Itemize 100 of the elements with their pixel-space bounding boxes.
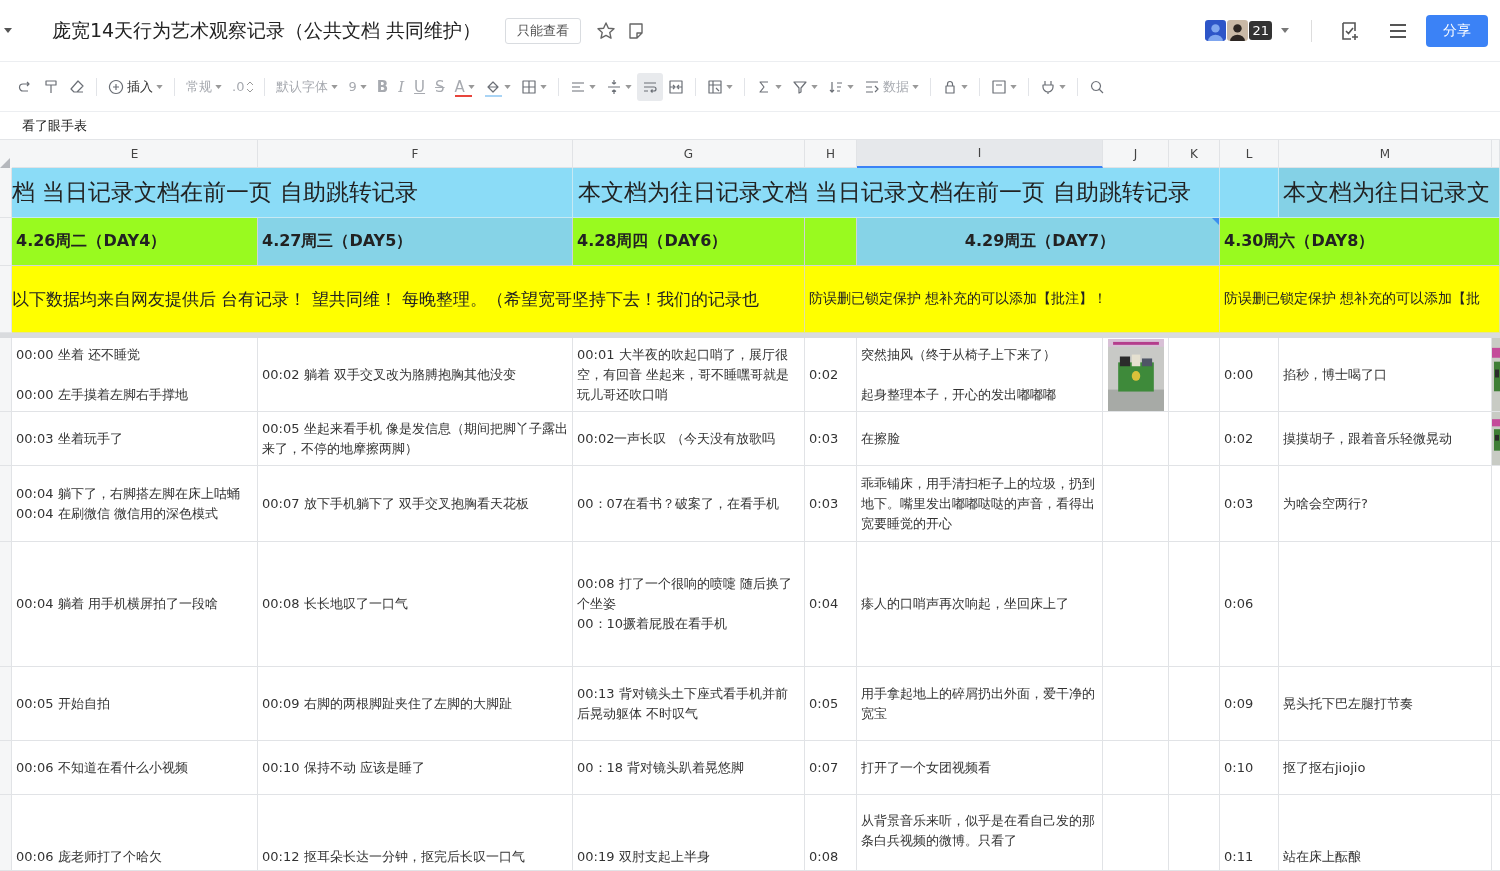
avatar[interactable]	[1227, 20, 1249, 41]
colored-cell	[1220, 168, 1279, 218]
empty-cell	[1169, 741, 1220, 795]
table-cell: 00:10 保持不动 应该是睡了	[258, 741, 573, 795]
caret-icon	[1058, 84, 1066, 89]
table-cell: 0:09	[1220, 667, 1279, 741]
caret-icon	[810, 84, 818, 89]
table-cell: 为啥会空两行?	[1279, 466, 1492, 542]
table-cell: 00:19 双肘支起上半身	[573, 795, 805, 871]
caret-icon[interactable]	[1281, 28, 1289, 33]
table-cell: 0:11	[1220, 795, 1279, 871]
table-cell: 00:06 庞老师打了个哈欠	[12, 795, 258, 871]
table-cell: 00:03 坐着玩手了	[12, 412, 258, 466]
table-cell: 抠了抠右jiojio	[1279, 741, 1492, 795]
table-cell: 0:02	[1220, 412, 1279, 466]
table-cell: 00:04 躺下了，右脚搭左脚在床上咕蛹 00:04 在刷微信 微信用的深色模式	[12, 466, 258, 542]
caret-icon	[156, 84, 163, 89]
table-cell: 0:10	[1220, 741, 1279, 795]
table-cell: 00:12 抠耳朵长达一分钟，抠完后长叹一口气	[258, 795, 573, 871]
caret-icon	[1009, 84, 1017, 89]
table-cell: 从背景音乐来听，似乎是在看自己发的那条白兵视频的微博。只看了	[857, 795, 1103, 871]
paint-roller-icon	[43, 78, 59, 95]
table-cell: 4.26周二（DAY4）	[12, 218, 258, 266]
table-cell: 0:06	[1220, 542, 1279, 667]
table-cell: 乖乖铺床，用手清扫柜子上的垃圾，扔到地下。嘴里发出嘟嘟哒哒的声音，看得出宽要睡觉的开心	[857, 466, 1103, 542]
table-cell: 4.29周五（DAY7）	[857, 218, 1220, 266]
caret-icon	[467, 84, 475, 89]
table-cell: 4.27周三（DAY5）	[258, 218, 573, 266]
column-header[interactable]: I	[857, 140, 1103, 168]
table-cell: 0:03	[1220, 466, 1279, 542]
caret-icon	[588, 84, 596, 89]
table-cell: 00:01 大半夜的吹起口哨了，展厅很空，有回音 坐起来，哥不睡嘿哥就是玩儿哥还吹口哨	[573, 338, 805, 412]
table-cell: 站在床上酝酿	[1279, 795, 1492, 871]
caret-icon	[774, 84, 782, 89]
table-cell: 00:07 放下手机躺下了 双手交叉抱胸看天花板	[258, 466, 573, 542]
filter-icon	[791, 78, 808, 95]
table-cell: 0:03	[805, 466, 857, 542]
caret-icon	[846, 84, 854, 89]
list-icon	[863, 78, 880, 95]
table-cell: 本文档为往日记录文	[1279, 168, 1500, 218]
stepper-arrows-icon	[247, 80, 254, 93]
table-cell: 用手拿起地上的碎屑扔出外面，爱干净的宽宝	[857, 667, 1103, 741]
plug-icon	[1039, 78, 1056, 95]
empty-cell	[1169, 412, 1220, 466]
table-cell: 在擦脸	[857, 412, 1103, 466]
caret-icon	[359, 84, 367, 89]
table-cell: 00:04 躺着 用手机横屏拍了一段啥	[12, 542, 258, 667]
table-cell: 00：18 背对镜头趴着晃悠脚	[573, 741, 805, 795]
eraser-icon	[69, 78, 85, 95]
table-cell: 0:03	[805, 412, 857, 466]
cell-text: 00:00 坐着 还不睡觉	[16, 345, 140, 364]
vertical-align-icon	[605, 78, 622, 95]
table-cell: 0:02	[805, 338, 857, 412]
table-cell: 0:08	[805, 795, 857, 871]
table-cell: 0:00	[1220, 338, 1279, 412]
checklist-add-icon[interactable]	[1339, 19, 1361, 42]
table-cell: 瘆人的口哨声再次响起，坐回床上了	[857, 542, 1103, 667]
table-cell: 00:06 不知道在看什么小视频	[12, 741, 258, 795]
view-only-badge: 只能查看	[505, 17, 582, 44]
caret-icon[interactable]	[4, 28, 12, 33]
document-title: 庞宽14天行为艺术观察记录（公共文档 共同维护）	[52, 17, 482, 43]
share-button[interactable]: 分享	[1426, 14, 1488, 47]
table-cell: 00：07在看书？破案了，在看手机	[573, 466, 805, 542]
table-cell: 00:02一声长叹 （今天没有放歌吗	[573, 412, 805, 466]
frame-icon	[990, 78, 1007, 95]
wrap-text-button[interactable]	[636, 72, 663, 101]
table-cell: 00:09 右脚的两根脚趾夹住了左脚的大脚趾	[258, 667, 573, 741]
caret-icon	[911, 84, 919, 89]
table-icon	[706, 78, 723, 95]
table-cell: 00:08 打了一个很响的喷嚏 随后换了个坐姿 00：10撅着屁股在看手机	[573, 542, 805, 667]
table-cell: 以下数据均来自网友提供后 台有记录！ 望共同维！ 每晚整理。（希望宽哥坚持下去！我们的记录也	[12, 266, 805, 333]
table-cell: 本文档为往日记录文档 当日记录文档在前一页 自助跳转记录	[573, 168, 1220, 218]
caret-icon	[725, 84, 733, 89]
search-icon	[1088, 78, 1105, 95]
table-cell: 4.30周六（DAY8）	[1220, 218, 1500, 266]
merge-cells-icon	[667, 78, 684, 95]
grid-icon	[520, 78, 537, 95]
table-cell: 晃头托下巴左腿打节奏	[1279, 667, 1492, 741]
avatar[interactable]	[1205, 20, 1227, 41]
table-cell: 4.28周四（DAY6）	[573, 218, 805, 266]
formula-bar-value[interactable]: 看了眼手表	[22, 116, 87, 135]
table-cell: 0:07	[805, 741, 857, 795]
collaborator-count[interactable]: 21	[1249, 21, 1272, 40]
table-cell: 00:05 坐起来看手机 像是发信息（期间把脚丫子露出来了，不停的地摩擦两脚）	[258, 412, 573, 466]
caret-icon	[503, 84, 511, 89]
table-cell: 0:04	[805, 542, 857, 667]
table-cell: 0:05	[805, 667, 857, 741]
cell-text: 突然抽风（终于从椅子上下来了）	[861, 345, 1056, 364]
caret-icon	[331, 84, 339, 89]
table-cell: 00:13 背对镜头土下座式看手机并前后晃动躯体 不时叹气	[573, 667, 805, 741]
caret-icon	[624, 84, 632, 89]
table-cell: 档 当日记录文档在前一页 自助跳转记录	[12, 168, 573, 218]
caret-icon	[539, 84, 547, 89]
table-cell: 00:05 开始自拍	[12, 667, 258, 741]
cell-text: 起身整理本子，开心的发出嘟嘟嘟	[861, 385, 1056, 404]
table-cell: 防误删已锁定保护 想补充的可以添加【批	[1220, 266, 1500, 333]
table-cell: 打开了一个女团视频看	[857, 741, 1103, 795]
insert-button[interactable]: 插入	[103, 72, 168, 101]
star-icon[interactable]	[596, 20, 617, 41]
table-cell: 00:02 躺着 双手交叉改为胳膊抱胸其他没变	[258, 338, 573, 412]
